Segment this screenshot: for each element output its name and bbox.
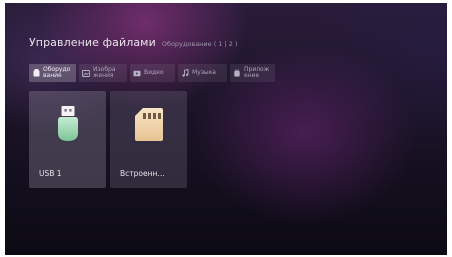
screen: Управление файлами Оборудование ( 1 | 2 … (5, 3, 447, 255)
device-label: USB 1 (39, 169, 62, 178)
image-icon (82, 69, 90, 77)
tab-images[interactable]: Изобра жения (79, 64, 127, 82)
page-title: Управление файлами (29, 36, 156, 49)
storage-icon (32, 69, 40, 77)
tab-video[interactable]: Видео (130, 64, 175, 82)
tab-apps-label: Прилож ение (244, 66, 270, 79)
device-tile-internal[interactable]: Встроенн… (110, 91, 187, 188)
page-subtitle: Оборудование ( 1 | 2 ) (161, 40, 238, 48)
video-icon (133, 69, 141, 77)
sd-card-icon (134, 106, 164, 146)
tab-music[interactable]: Музыка (178, 64, 227, 82)
tab-hardware[interactable]: Оборудо вание (29, 64, 76, 82)
tab-music-label: Музыка (192, 69, 216, 76)
tab-images-label: Изобра жения (93, 66, 116, 79)
page-header: Управление файлами Оборудование ( 1 | 2 … (29, 36, 238, 49)
device-grid: USB 1 Встроенн… (29, 91, 187, 188)
app-icon (233, 69, 241, 77)
tab-video-label: Видео (144, 69, 164, 76)
device-label: Встроенн… (120, 169, 165, 178)
tab-hardware-label: Оборудо вание (43, 66, 71, 79)
usb-drive-icon (57, 106, 79, 146)
device-tile-usb[interactable]: USB 1 (29, 91, 106, 188)
music-icon (181, 69, 189, 77)
tab-apps[interactable]: Прилож ение (230, 64, 275, 82)
category-tabs: Оборудо вание Изобра жения Видео Музыка … (29, 64, 275, 82)
